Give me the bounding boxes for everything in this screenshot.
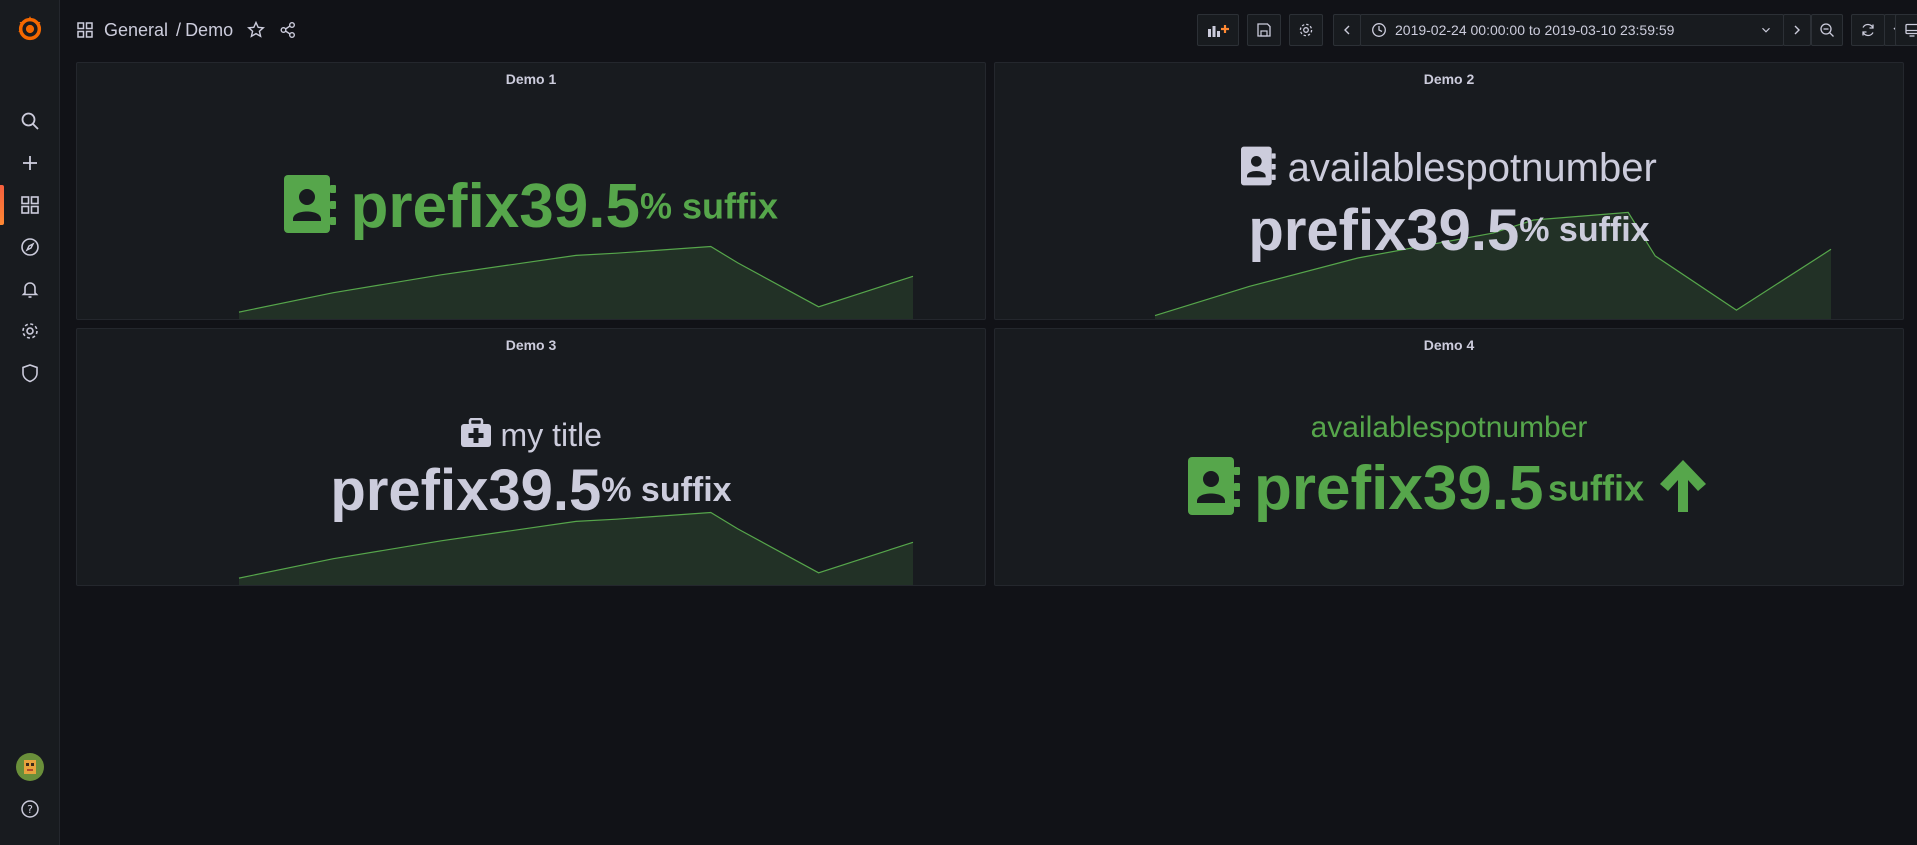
stat-suffix: % suffix bbox=[601, 471, 732, 509]
time-range-label: 2019-02-24 00:00:00 to 2019-03-10 23:59:… bbox=[1395, 22, 1675, 38]
top-navbar: General / Demo 2019-02-24 00:00:00 to 20… bbox=[60, 0, 1917, 60]
gear-icon bbox=[1299, 23, 1313, 37]
dashboards-grid-icon[interactable] bbox=[0, 184, 60, 226]
time-shift-forward-button[interactable] bbox=[1783, 14, 1811, 46]
chevron-down-icon bbox=[1762, 27, 1770, 33]
stat-value-block: prefix39.5% suffix bbox=[995, 197, 1903, 264]
panel-title[interactable]: Demo 2 bbox=[995, 63, 1903, 95]
stat-value: 39.5 bbox=[1422, 454, 1544, 523]
arrow-up-icon bbox=[1656, 457, 1710, 520]
stat-suffix: % suffix bbox=[1519, 211, 1650, 249]
avatar[interactable] bbox=[0, 746, 60, 788]
chevron-left-icon bbox=[1344, 25, 1350, 35]
help-icon[interactable]: ? bbox=[0, 788, 60, 830]
time-shift-back-button[interactable] bbox=[1333, 14, 1361, 46]
zoom-out-icon bbox=[1820, 23, 1834, 37]
add-panel-button[interactable] bbox=[1197, 14, 1239, 46]
stat-panel-demo-4[interactable]: Demo 4 availablespotnumber prefix39.5 su… bbox=[994, 328, 1904, 586]
breadcrumb-folder[interactable]: General bbox=[104, 20, 168, 41]
monitor-icon bbox=[1905, 23, 1917, 37]
panel-title[interactable]: Demo 4 bbox=[995, 329, 1903, 361]
dashboard-settings-button[interactable] bbox=[1289, 14, 1323, 46]
compass-icon[interactable] bbox=[0, 226, 60, 268]
stat-prefix: prefix bbox=[1254, 454, 1423, 523]
stat-panel-demo-3[interactable]: Demo 3 my title prefix39.5% suffix bbox=[76, 328, 986, 586]
zoom-out-button[interactable] bbox=[1811, 14, 1843, 46]
stat-value-block: prefix39.5% suffix bbox=[77, 457, 985, 524]
dashboards-grid-icon bbox=[77, 22, 93, 38]
stat-name: availablespotnumber bbox=[1287, 146, 1657, 190]
address-book-icon bbox=[1241, 145, 1277, 192]
search-icon[interactable] bbox=[0, 100, 60, 142]
stat-panel-demo-1[interactable]: Demo 1 prefix39.5% suffix bbox=[76, 62, 986, 320]
stat-value: 39.5 bbox=[1406, 198, 1520, 263]
bell-icon[interactable] bbox=[0, 268, 60, 310]
breadcrumb-dashboard[interactable]: Demo bbox=[185, 20, 233, 41]
tv-mode-button[interactable] bbox=[1895, 14, 1917, 46]
breadcrumb-separator: / bbox=[176, 19, 182, 40]
refresh-icon bbox=[1862, 23, 1874, 37]
stat-prefix: prefix bbox=[350, 172, 520, 241]
star-icon[interactable] bbox=[247, 21, 266, 39]
stat-panel-demo-2[interactable]: Demo 2 availablespotnumber prefix39.5% s… bbox=[994, 62, 1904, 320]
shield-icon[interactable] bbox=[0, 352, 60, 394]
stat-name: availablespotnumber bbox=[1310, 411, 1588, 444]
first-aid-kit-icon bbox=[460, 417, 492, 453]
plus-icon[interactable] bbox=[0, 142, 60, 184]
stat-value: 39.5 bbox=[519, 172, 640, 241]
stat-value-block: prefix39.5% suffix bbox=[77, 171, 985, 242]
stat-label-block: availablespotnumber bbox=[995, 145, 1903, 192]
stat-value-block: prefix39.5 suffix bbox=[995, 453, 1903, 524]
address-book-icon bbox=[1187, 455, 1242, 522]
svg-text:?: ? bbox=[27, 803, 33, 816]
add-panel-icon bbox=[1208, 25, 1229, 37]
stat-suffix: suffix bbox=[1547, 467, 1644, 509]
save-dashboard-button[interactable] bbox=[1247, 14, 1281, 46]
stat-value: 39.5 bbox=[488, 458, 602, 523]
gear-icon[interactable] bbox=[0, 310, 60, 352]
breadcrumb: General / Demo bbox=[76, 18, 297, 42]
panel-title[interactable]: Demo 3 bbox=[77, 329, 985, 361]
sidebar: ? bbox=[0, 0, 60, 845]
time-range-picker[interactable]: 2019-02-24 00:00:00 to 2019-03-10 23:59:… bbox=[1360, 14, 1784, 46]
stat-name: my title bbox=[500, 417, 602, 453]
share-icon[interactable] bbox=[279, 21, 297, 39]
stat-suffix: % suffix bbox=[639, 185, 778, 227]
stat-prefix: prefix bbox=[330, 458, 489, 523]
clock-icon bbox=[1372, 23, 1386, 37]
sparkline-area bbox=[239, 246, 913, 319]
address-book-icon bbox=[284, 173, 338, 240]
save-icon bbox=[1257, 23, 1271, 37]
stat-label-block: my title bbox=[77, 417, 985, 454]
chevron-right-icon bbox=[1794, 25, 1800, 35]
refresh-button[interactable] bbox=[1851, 14, 1885, 46]
stat-prefix: prefix bbox=[1248, 198, 1407, 263]
grafana-logo-icon[interactable] bbox=[0, 8, 60, 50]
panel-title[interactable]: Demo 1 bbox=[77, 63, 985, 95]
